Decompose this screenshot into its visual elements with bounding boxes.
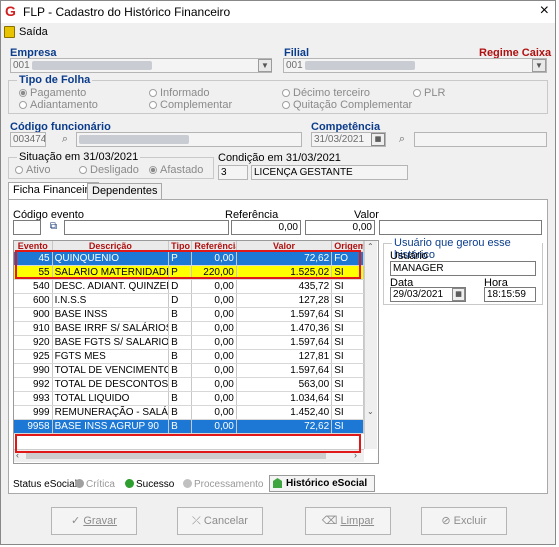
tab-dependentes[interactable]: Dependentes	[87, 183, 163, 199]
historico-usuario-group: Usuário que gerou esse histórico Usuário…	[383, 237, 543, 305]
tipo-folha-title: Tipo de Folha	[17, 74, 93, 86]
radio-adiantamento[interactable]: Adiantamento	[19, 99, 98, 111]
table-row[interactable]: 920 BASE FGTS S/ SALARIO B 0,00 1.597,64 SI	[14, 335, 364, 350]
radio-afastado[interactable]: Afastado	[149, 164, 203, 176]
close-button[interactable]: ×	[540, 2, 549, 20]
folder-icon	[273, 478, 282, 488]
window-title: FLP - Cadastro do Histórico Financeiro	[23, 5, 231, 19]
scroll-thumb[interactable]	[26, 452, 326, 459]
table-row[interactable]: 992 TOTAL DE DESCONTOS B 0,00 563,00 SI	[14, 377, 364, 392]
table-row[interactable]: 600 I.N.S.S D 0,00 127,28 SI	[14, 293, 364, 308]
filial-name-redacted	[305, 60, 416, 70]
hora-field[interactable]: 18:15:59	[484, 287, 536, 302]
limpar-button[interactable]: ⌫ Limpar	[305, 507, 391, 535]
cancelar-button[interactable]: ⤫ Cancelar	[177, 507, 263, 535]
table-row[interactable]: 990 TOTAL DE VENCIMENTOS B 0,00 1.597,64 SI	[14, 363, 364, 378]
tab-ficha-financeira[interactable]: Ficha Financeira	[8, 182, 100, 200]
codigo-funcionario-field[interactable]: 003474	[10, 132, 46, 147]
status-esocial-label: Status eSocial:	[13, 479, 80, 490]
funcionario-name-field[interactable]	[76, 132, 302, 147]
valor-field[interactable]: 0,00	[305, 220, 375, 235]
table-row[interactable]: 993 TOTAL LIQUIDO B 0,00 1.034,64 SI	[14, 391, 364, 406]
gravar-button[interactable]: ✓ Gravar	[51, 507, 137, 535]
table-row[interactable]: 9958 BASE INSS AGRUP 90 B 0,00 72,62 SI	[14, 419, 364, 434]
referencia-field[interactable]: 0,00	[231, 220, 301, 235]
binoculars-icon[interactable]: ⌕	[56, 131, 74, 147]
extra-field[interactable]	[379, 220, 542, 235]
radio-ativo[interactable]: Ativo	[15, 164, 50, 176]
table-row[interactable]: 910 BASE IRRF S/ SALÁRIOS B 0,00 1.470,36 SI	[14, 321, 364, 336]
condicao-desc-field[interactable]: LICENÇA GESTANTE	[251, 165, 408, 180]
menu-bar: Saída	[1, 23, 555, 41]
calendar-icon[interactable]: ▦	[371, 133, 385, 146]
radio-complementar[interactable]: Complementar	[149, 99, 232, 111]
radio-desligado[interactable]: Desligado	[79, 164, 139, 176]
scroll-up-icon[interactable]: ⌃	[367, 242, 374, 251]
tipo-folha-group: Tipo de Folha Pagamento Informado Décimo…	[8, 74, 548, 114]
filial-select[interactable]: 001	[283, 58, 547, 73]
historico-esocial-button[interactable]: Histórico eSocial	[269, 475, 375, 492]
vertical-scrollbar[interactable]: ⌃ ⌄	[364, 241, 377, 449]
excluir-button[interactable]: ⊘ Excluir	[421, 507, 507, 535]
scroll-down-icon[interactable]: ⌄	[367, 407, 374, 416]
situacao-group: Situação em 31/03/2021 Ativo Desligado A…	[8, 151, 214, 179]
menu-saida[interactable]: Saída	[19, 26, 48, 38]
radio-plr[interactable]: PLR	[413, 87, 445, 99]
table-row[interactable]: 900 BASE INSS B 0,00 1.597,64 SI	[14, 307, 364, 322]
trash-icon: ⊘	[441, 515, 451, 527]
status-esocial-bar: Status eSocial: Crítica Sucesso Processa…	[13, 475, 543, 493]
main-window: G FLP - Cadastro do Histórico Financeiro…	[0, 0, 556, 545]
title-bar: G FLP - Cadastro do Histórico Financeiro…	[1, 1, 555, 23]
empresa-select[interactable]: 001	[10, 58, 272, 73]
binoculars-icon[interactable]: ⌕	[393, 131, 411, 147]
highlight-box-bottom	[15, 434, 361, 453]
status-processamento: Processamento	[183, 479, 263, 490]
codigo-evento-field[interactable]	[13, 220, 41, 235]
app-logo-icon: G	[5, 3, 16, 19]
competencia-extra-field[interactable]	[414, 132, 547, 147]
highlight-box-top	[15, 250, 361, 279]
table-row[interactable]: 925 FGTS MES B 0,00 127,81 SI	[14, 349, 364, 364]
usuario-field[interactable]: MANAGER	[390, 261, 536, 276]
calendar-icon[interactable]: ▦	[452, 288, 465, 301]
cancel-icon: ⤫	[192, 515, 201, 527]
chevron-down-icon[interactable]: ▼	[532, 59, 546, 72]
search-icon[interactable]: ⧉	[46, 220, 61, 234]
status-critica: Crítica	[75, 479, 115, 490]
condicao-code-field[interactable]: 3	[218, 165, 248, 180]
ficha-financeira-panel: Código evento ⧉ Referência 0,00 Valor 0,…	[8, 199, 548, 494]
radio-quitacao-complementar[interactable]: Quitação Complementar	[282, 99, 412, 111]
table-row[interactable]: 999 REMUNERAÇÃO - SALÁ... B 0,00 1.452,40 SI	[14, 405, 364, 420]
check-icon: ✓	[71, 515, 81, 527]
evento-desc-field[interactable]	[64, 220, 229, 235]
empresa-name-redacted	[32, 60, 153, 70]
radio-informado[interactable]: Informado	[149, 87, 210, 99]
situacao-title: Situação em 31/03/2021	[17, 151, 141, 163]
chevron-down-icon[interactable]: ▼	[258, 59, 272, 72]
status-sucesso: Sucesso	[125, 479, 174, 490]
radio-decimo-terceiro[interactable]: Décimo terceiro	[282, 87, 370, 99]
condicao-title: Condição em 31/03/2021	[218, 152, 341, 164]
table-row[interactable]: 540 DESC. ADIANT. QUINZEN D 0,00 435,72 SI	[14, 279, 364, 294]
funcionario-name-redacted	[79, 134, 189, 144]
lock-icon	[4, 26, 15, 38]
eraser-icon: ⌫	[321, 515, 338, 527]
radio-pagamento[interactable]: Pagamento	[19, 87, 86, 99]
